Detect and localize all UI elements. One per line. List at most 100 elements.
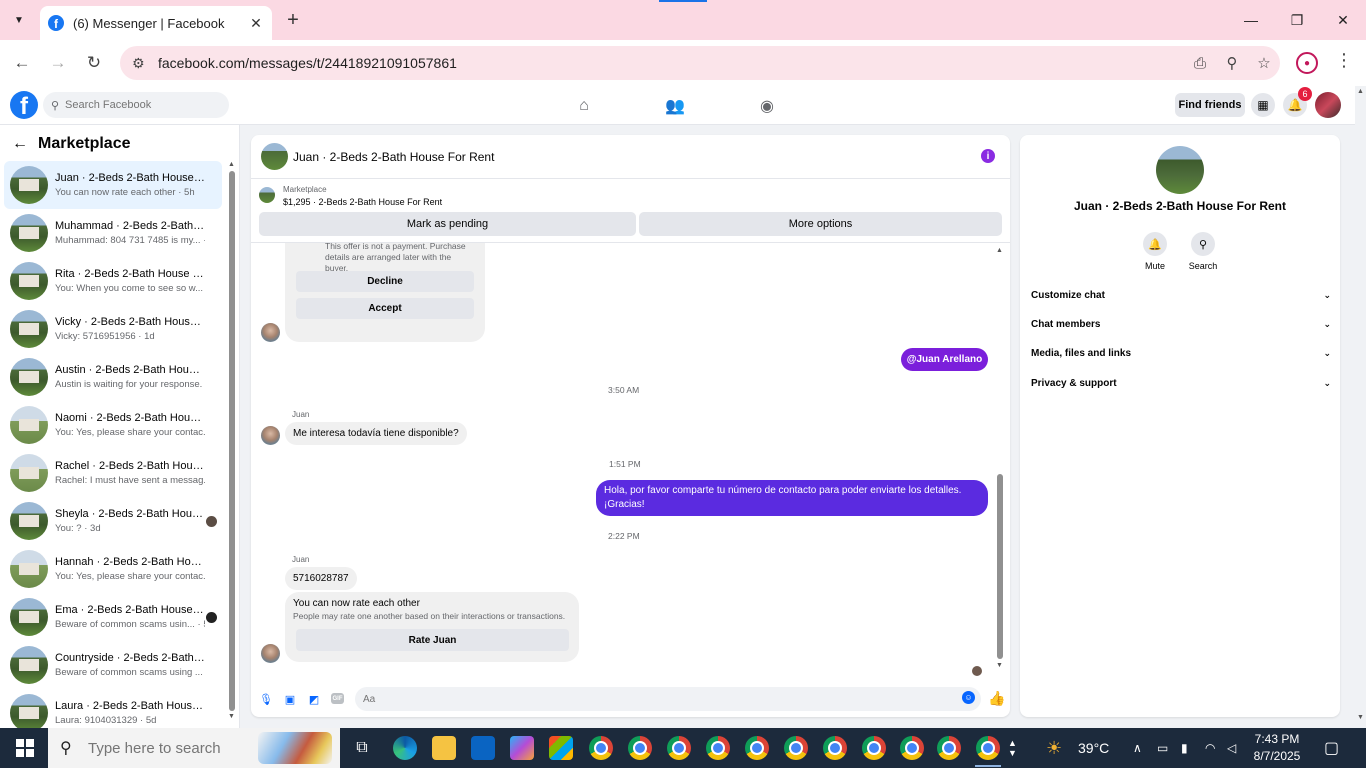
chat-scrollbar[interactable]: ▲ ▼ bbox=[996, 243, 1004, 673]
privacy-support-section[interactable]: Privacy & support ⌄ bbox=[1031, 373, 1331, 393]
minimize-icon[interactable]: — bbox=[1236, 8, 1266, 32]
file-explorer-icon[interactable] bbox=[432, 736, 456, 760]
sender-avatar[interactable] bbox=[261, 426, 280, 445]
chat-thumbnail[interactable] bbox=[261, 143, 288, 170]
battery-icon[interactable]: ▮ bbox=[1181, 728, 1188, 768]
weather-temp[interactable]: 39°C bbox=[1078, 728, 1109, 768]
browser-tab-messenger[interactable]: f (6) Messenger | Facebook ✕ bbox=[40, 6, 272, 40]
install-app-icon[interactable]: ⎙ bbox=[1184, 55, 1216, 72]
mute-action[interactable]: 🔔 Mute bbox=[1135, 232, 1175, 271]
conversation-item[interactable]: Muhammad · 2-Beds 2-Bath H... Muhammad: 8… bbox=[4, 209, 222, 257]
meet-now-icon[interactable]: ▭ bbox=[1157, 728, 1168, 768]
scroll-down-icon[interactable]: ▼ bbox=[996, 662, 1003, 669]
wifi-icon[interactable]: ◠ bbox=[1205, 728, 1215, 768]
menu-grid-icon[interactable]: ▦ bbox=[1251, 93, 1275, 117]
scroll-up-icon[interactable]: ▲ bbox=[996, 247, 1003, 254]
taskbar-search-input[interactable] bbox=[88, 739, 268, 757]
windows-start-icon[interactable] bbox=[16, 739, 34, 757]
scroll-down-icon[interactable]: ▼ bbox=[228, 713, 235, 720]
listing-thumbnail[interactable] bbox=[1156, 146, 1204, 194]
incoming-message[interactable]: Me interesa todavía tiene disponible? bbox=[285, 422, 467, 445]
scroll-up-icon[interactable]: ▲ bbox=[228, 161, 235, 168]
more-options-button[interactable]: More options bbox=[639, 212, 1002, 236]
outgoing-message[interactable]: Hola, por favor comparte tu número de co… bbox=[596, 480, 988, 516]
chrome-icon[interactable] bbox=[706, 736, 730, 760]
system-clock[interactable]: 7:43 PM 8/7/2025 bbox=[1244, 731, 1310, 765]
reload-icon[interactable]: ↻ bbox=[81, 50, 107, 76]
conversation-item[interactable]: Sheyla · 2-Beds 2-Bath Hous... You: ? · 3… bbox=[4, 497, 222, 545]
conversation-item[interactable]: Naomi · 2-Beds 2-Bath House F... You: Yes… bbox=[4, 401, 222, 449]
chrome-icon[interactable] bbox=[862, 736, 886, 760]
scroll-up-icon[interactable]: ▲ bbox=[1357, 88, 1364, 95]
browser-menu-icon[interactable]: ⋮ bbox=[1334, 50, 1354, 76]
conversation-item[interactable]: Rachel · 2-Beds 2-Bath House F... Rachel:… bbox=[4, 449, 222, 497]
scrollbar-thumb[interactable] bbox=[997, 474, 1003, 659]
site-info-icon[interactable]: ⚙ bbox=[132, 55, 154, 72]
copilot-icon[interactable] bbox=[510, 736, 534, 760]
sticker-icon[interactable]: ◩ bbox=[307, 692, 321, 706]
tab-close-icon[interactable]: ✕ bbox=[248, 15, 264, 32]
tab-search-chevron-icon[interactable]: ▼ bbox=[6, 8, 32, 32]
window-close-icon[interactable]: ✕ bbox=[1328, 8, 1358, 32]
scrollbar-thumb[interactable] bbox=[229, 171, 235, 711]
back-arrow-icon[interactable]: ← bbox=[9, 50, 35, 76]
conversation-item[interactable]: Juan · 2-Beds 2-Bath House For... You can… bbox=[4, 161, 222, 209]
new-tab-plus-icon[interactable]: + bbox=[282, 8, 304, 32]
volume-icon[interactable]: ◁ bbox=[1227, 728, 1236, 768]
chrome-icon[interactable] bbox=[784, 736, 808, 760]
chrome-icon[interactable] bbox=[667, 736, 691, 760]
search-icon[interactable]: ⚲ bbox=[1191, 232, 1215, 256]
message-input[interactable] bbox=[363, 693, 943, 705]
facebook-search[interactable]: ⚲ bbox=[43, 92, 229, 118]
restore-icon[interactable]: ❐ bbox=[1282, 8, 1312, 32]
gif-icon[interactable]: GIF bbox=[331, 693, 344, 704]
sender-avatar[interactable] bbox=[261, 323, 280, 342]
listing-price[interactable]: $1,295 · 2-Beds 2-Bath House For Rent bbox=[283, 197, 442, 207]
conversation-item[interactable]: Ema · 2-Beds 2-Bath House F... Beware of … bbox=[4, 593, 222, 641]
chrome-icon[interactable] bbox=[976, 736, 1000, 760]
accept-button[interactable]: Accept bbox=[296, 298, 474, 319]
scroll-down-icon[interactable]: ▼ bbox=[1357, 714, 1364, 721]
mention-bubble[interactable]: @Juan Arellano bbox=[901, 348, 988, 371]
home-icon[interactable]: ⌂ bbox=[574, 96, 594, 116]
chat-members-section[interactable]: Chat members ⌄ bbox=[1031, 314, 1331, 334]
notification-center-icon[interactable]: ▢ bbox=[1324, 728, 1339, 768]
store-icon[interactable] bbox=[549, 736, 573, 760]
outlook-icon[interactable] bbox=[471, 736, 495, 760]
chrome-icon[interactable] bbox=[589, 736, 613, 760]
account-avatar[interactable] bbox=[1315, 92, 1341, 118]
chrome-icon[interactable] bbox=[628, 736, 652, 760]
conversation-item[interactable]: Rita · 2-Beds 2-Bath House For ... You: W… bbox=[4, 257, 222, 305]
incoming-message[interactable]: 5716028787 bbox=[285, 567, 357, 590]
weather-icon[interactable]: ☀ bbox=[1046, 728, 1062, 768]
taskbar-overflow-icon[interactable]: ▲ ▼ bbox=[1008, 728, 1017, 768]
facebook-logo-icon[interactable]: f bbox=[10, 91, 38, 119]
taskbar-search[interactable]: ⚲ bbox=[48, 728, 340, 768]
groups-icon[interactable]: ◉ bbox=[757, 96, 777, 116]
decline-button[interactable]: Decline bbox=[296, 271, 474, 292]
chrome-icon[interactable] bbox=[900, 736, 924, 760]
forward-arrow-icon[interactable]: → bbox=[45, 50, 71, 76]
facebook-search-input[interactable] bbox=[65, 99, 215, 111]
chrome-icon[interactable] bbox=[937, 736, 961, 760]
customize-chat-section[interactable]: Customize chat ⌄ bbox=[1031, 285, 1331, 305]
listing-thumbnail[interactable] bbox=[259, 187, 275, 203]
bookmark-star-icon[interactable]: ☆ bbox=[1248, 54, 1280, 72]
mark-as-pending-button[interactable]: Mark as pending bbox=[259, 212, 636, 236]
thumbs-up-icon[interactable]: 👍 bbox=[988, 690, 1005, 707]
search-highlight-image[interactable] bbox=[258, 732, 332, 764]
page-scrollbar[interactable]: ▲ ▼ bbox=[1355, 86, 1366, 728]
media-files-section[interactable]: Media, files and links ⌄ bbox=[1031, 343, 1331, 363]
rate-juan-button[interactable]: Rate Juan bbox=[296, 629, 569, 651]
search-action[interactable]: ⚲ Search bbox=[1183, 232, 1223, 271]
hidden-icons-chevron-icon[interactable]: ∧ bbox=[1133, 728, 1142, 768]
task-view-icon[interactable]: ⧉ bbox=[350, 736, 374, 760]
zoom-icon[interactable]: ⚲ bbox=[1216, 54, 1248, 72]
photo-icon[interactable]: ▣ bbox=[283, 692, 297, 706]
conversation-item[interactable]: Vicky · 2-Beds 2-Bath House Fo... Vicky: … bbox=[4, 305, 222, 353]
find-friends-button[interactable]: Find friends bbox=[1175, 93, 1245, 117]
info-icon[interactable]: i bbox=[981, 149, 995, 163]
profile-icon[interactable]: ● bbox=[1296, 52, 1318, 74]
sender-avatar[interactable] bbox=[261, 644, 280, 663]
conversation-item[interactable]: Austin · 2-Beds 2-Bath House F... Austin … bbox=[4, 353, 222, 401]
